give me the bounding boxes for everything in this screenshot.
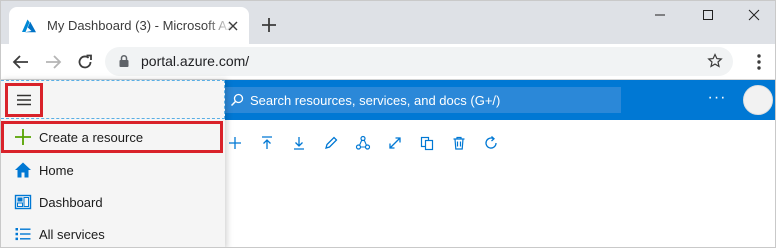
back-arrow-icon bbox=[12, 55, 28, 69]
home-icon bbox=[13, 160, 33, 180]
maximize-button[interactable] bbox=[685, 3, 731, 27]
plus-icon bbox=[13, 127, 33, 147]
avatar[interactable] bbox=[743, 85, 773, 115]
share-icon[interactable] bbox=[355, 135, 371, 151]
browser-toolbar: portal.azure.com/ bbox=[1, 44, 775, 80]
reload-button[interactable] bbox=[75, 52, 95, 72]
menu-item-create-resource[interactable]: Create a resource bbox=[1, 121, 223, 153]
url-text: portal.azure.com/ bbox=[141, 53, 250, 69]
browser-window: My Dashboard (3) - Microsoft Azure porta… bbox=[0, 0, 776, 248]
menu-item-label: Dashboard bbox=[39, 194, 103, 210]
upload-icon[interactable] bbox=[259, 135, 275, 151]
reload-icon bbox=[78, 54, 92, 69]
portal-header: Search resources, services, and docs (G+… bbox=[225, 80, 775, 120]
delete-icon[interactable] bbox=[451, 135, 467, 151]
menu-item-all-services[interactable]: All services bbox=[1, 218, 225, 247]
search-placeholder: Search resources, services, and docs (G+… bbox=[250, 93, 501, 108]
tab-title: My Dashboard (3) - Microsoft Azure bbox=[47, 18, 233, 33]
new-tab-icon[interactable] bbox=[259, 15, 279, 35]
menu-item-dashboard[interactable]: Dashboard bbox=[1, 186, 225, 218]
forward-button[interactable] bbox=[43, 52, 63, 72]
menu-item-label: Create a resource bbox=[39, 129, 144, 145]
menu-item-label: All services bbox=[39, 226, 105, 242]
clone-icon[interactable] bbox=[419, 135, 435, 151]
tab-strip: My Dashboard (3) - Microsoft Azure bbox=[1, 1, 775, 44]
fullscreen-icon[interactable] bbox=[387, 135, 403, 151]
azure-logo-icon bbox=[22, 19, 36, 32]
maximize-icon bbox=[703, 10, 713, 20]
browser-tab[interactable]: My Dashboard (3) - Microsoft Azure bbox=[9, 7, 249, 44]
add-icon[interactable] bbox=[227, 135, 243, 151]
close-icon bbox=[748, 9, 760, 21]
lock-icon bbox=[119, 54, 129, 67]
portal-more-button[interactable]: ··· bbox=[705, 89, 729, 109]
address-bar[interactable]: portal.azure.com/ bbox=[105, 47, 733, 76]
menu-header bbox=[1, 80, 225, 119]
back-button[interactable] bbox=[11, 52, 31, 72]
browser-menu-icon[interactable] bbox=[749, 52, 769, 72]
download-icon[interactable] bbox=[291, 135, 307, 151]
forward-arrow-icon bbox=[46, 55, 62, 69]
minimize-icon bbox=[655, 14, 665, 16]
hamburger-icon bbox=[17, 94, 31, 106]
search-icon bbox=[230, 93, 244, 107]
hamburger-menu-button[interactable] bbox=[5, 83, 43, 117]
bookmark-star-icon[interactable] bbox=[707, 53, 723, 69]
dashboard-icon bbox=[13, 192, 33, 212]
close-window-button[interactable] bbox=[731, 3, 775, 27]
dashboard-toolbar bbox=[225, 131, 525, 155]
portal-menu: Create a resource Home Dashboard All ser… bbox=[1, 80, 225, 247]
portal-search-input[interactable]: Search resources, services, and docs (G+… bbox=[225, 87, 621, 113]
close-tab-icon[interactable] bbox=[225, 18, 241, 34]
minimize-button[interactable] bbox=[637, 3, 683, 27]
edit-icon[interactable] bbox=[323, 135, 339, 151]
refresh-icon[interactable] bbox=[483, 135, 499, 151]
menu-item-home[interactable]: Home bbox=[1, 154, 225, 186]
menu-item-label: Home bbox=[39, 162, 74, 178]
list-icon bbox=[13, 224, 33, 244]
